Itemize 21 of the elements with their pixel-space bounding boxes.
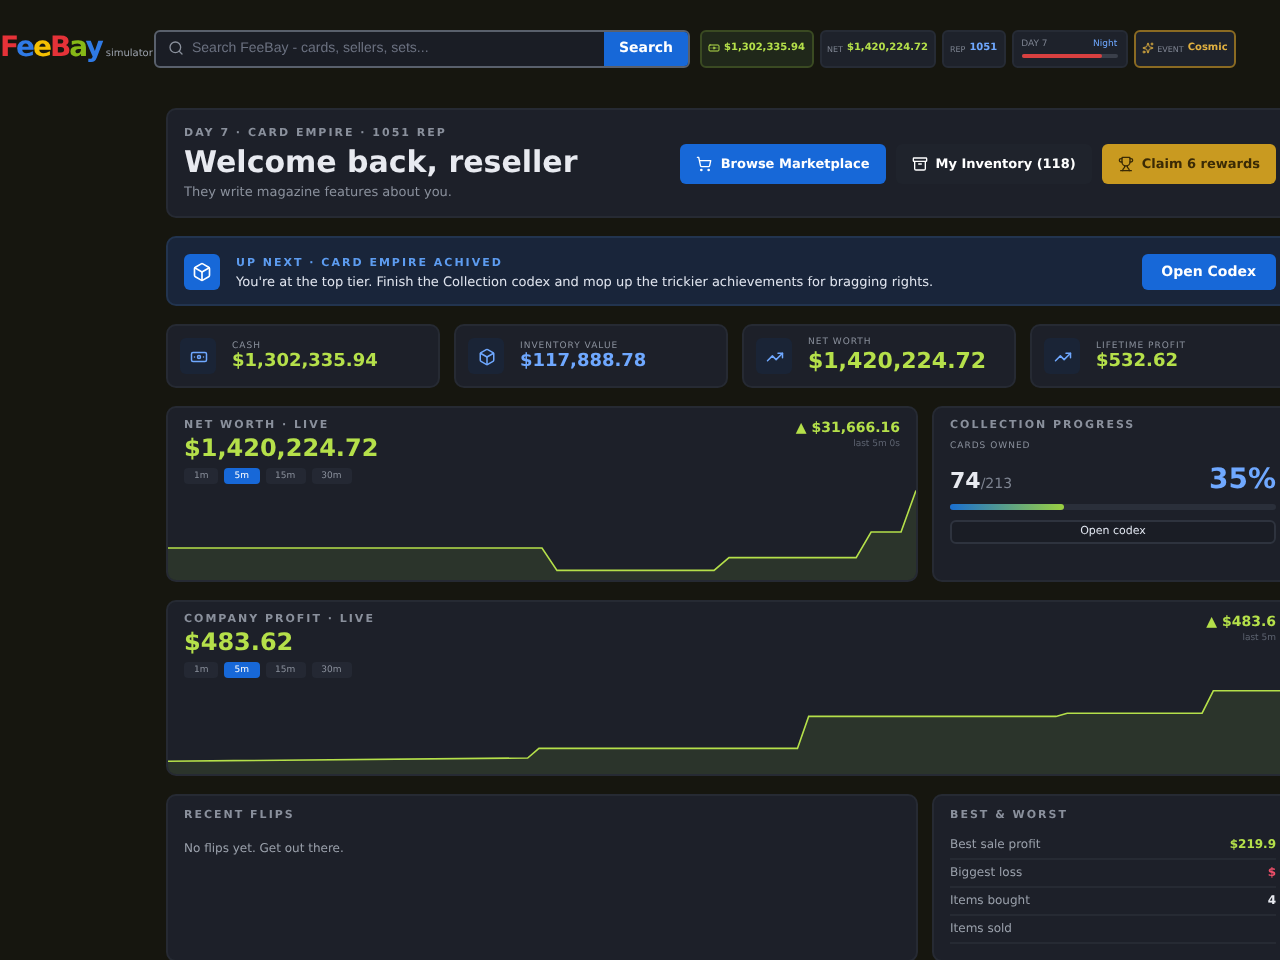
hero-title: Welcome back, reseller [184,143,578,179]
search-icon [168,40,184,56]
box-icon [911,155,928,171]
cart-icon [696,155,713,171]
cube-icon [184,253,220,289]
trend-icon [1044,338,1080,374]
trophy-icon [1117,155,1134,171]
percent-value: 35% [1208,464,1276,496]
cash-icon [708,42,720,54]
chart-value: $1,420,224.72 [184,434,379,462]
stat-value: $532.62 [1096,351,1180,371]
stat-value: $117,888.78 [520,351,647,371]
chart-value: $483.62 [184,628,296,656]
stat-value: $1,302,335.94 [232,351,378,371]
trend-icon [756,338,792,374]
logo[interactable]: FeeBay [0,32,102,64]
owned-count: 74 [950,468,981,494]
stat-value: $1,420,224.72 [808,348,987,374]
cube-icon [468,338,504,374]
sparkle-icon [1141,42,1154,54]
cash-icon [180,338,216,374]
